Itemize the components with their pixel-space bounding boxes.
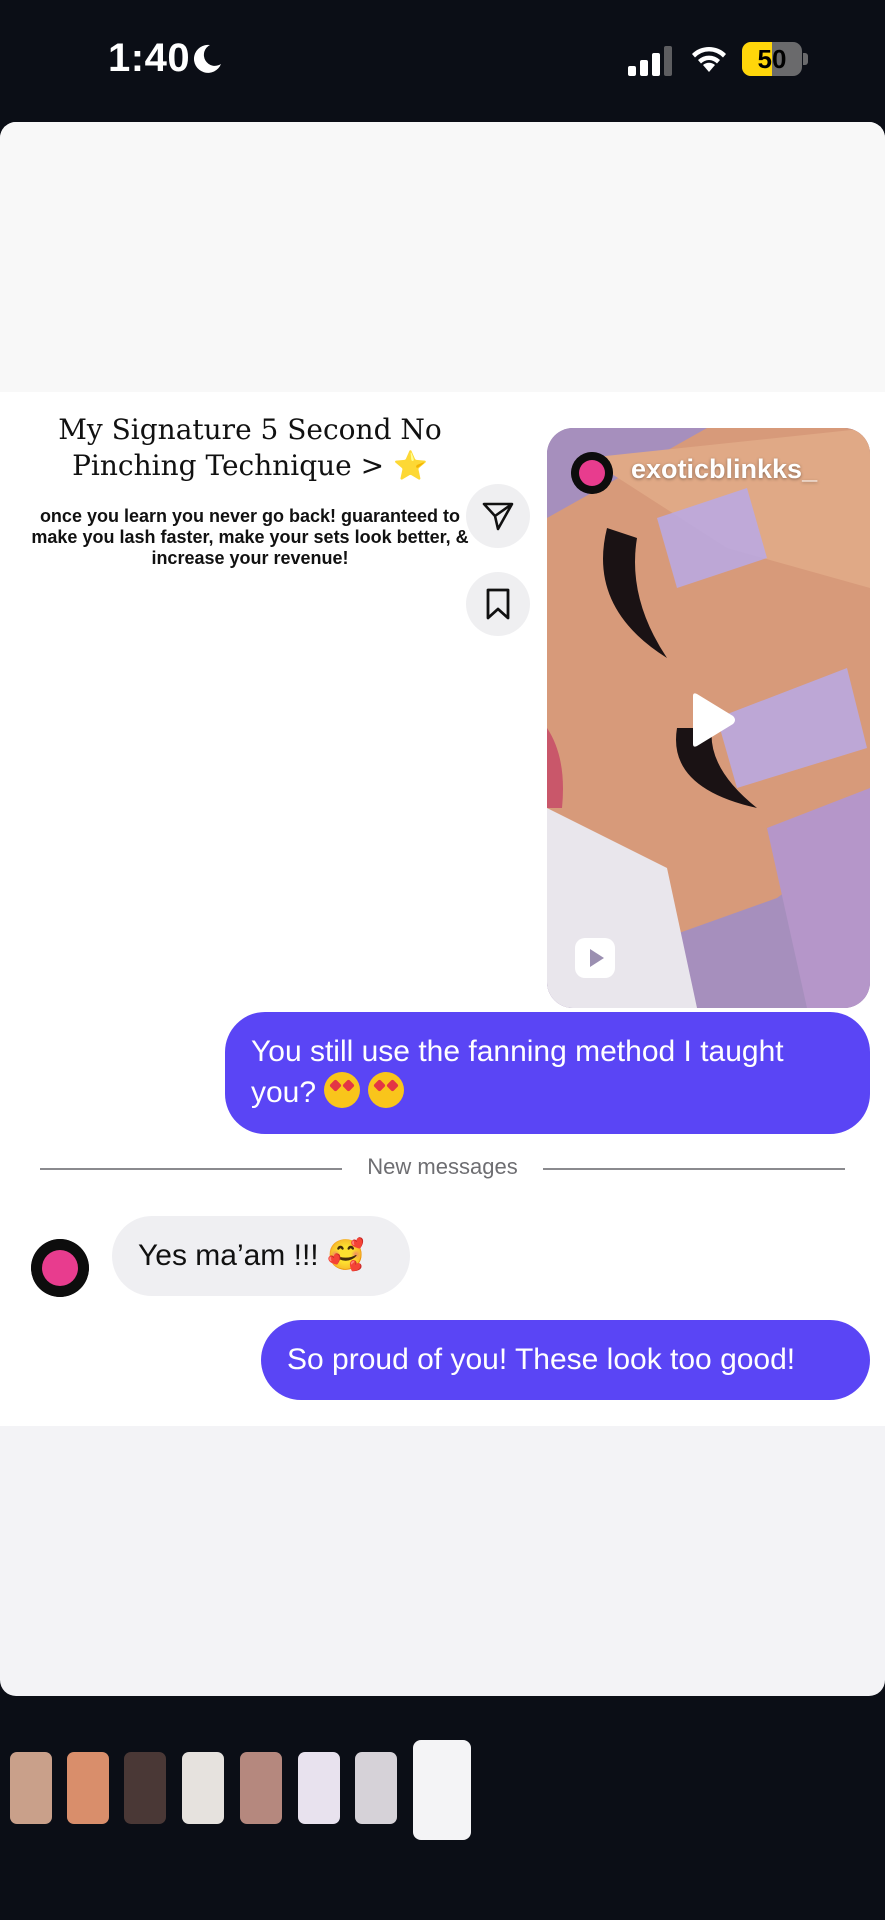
- dm-thread-card: My Signature 5 Second No Pinching Techni…: [0, 122, 885, 1696]
- battery-level: 50: [757, 44, 787, 74]
- status-time: 1:40: [108, 36, 191, 80]
- sender-avatar[interactable]: [31, 1239, 89, 1297]
- thread-header-area: [0, 122, 885, 392]
- battery-indicator: 50: [742, 42, 808, 76]
- thumbnail[interactable]: [240, 1752, 282, 1824]
- share-button[interactable]: [466, 484, 530, 548]
- shared-post-subtitle: once you learn you never go back! guaran…: [31, 506, 469, 568]
- thumbnail[interactable]: [67, 1752, 109, 1824]
- outgoing-message-bubble[interactable]: You still use the fanning method I taugh…: [225, 1012, 870, 1134]
- thumbnail[interactable]: [355, 1752, 397, 1824]
- moon-icon: [193, 44, 221, 73]
- reel-username[interactable]: exoticblinkks_: [631, 454, 817, 485]
- new-messages-label: New messages: [367, 1154, 518, 1179]
- bookmark-icon: [486, 588, 510, 620]
- thumbnail[interactable]: [182, 1752, 224, 1824]
- save-button[interactable]: [466, 572, 530, 636]
- heart-eyes-emoji-icon: [368, 1072, 405, 1108]
- play-icon[interactable]: [677, 688, 741, 752]
- thumbnail[interactable]: [10, 1752, 52, 1824]
- thumbnail[interactable]: [124, 1752, 166, 1824]
- new-messages-divider: New messages: [40, 1154, 845, 1179]
- paper-plane-icon: [482, 502, 514, 531]
- app-thumbnails-strip: [0, 1740, 885, 1840]
- wifi-icon: [692, 46, 726, 72]
- thumbnail-active[interactable]: [413, 1740, 471, 1840]
- shared-post-caption: My Signature 5 Second No Pinching Techni…: [30, 412, 470, 569]
- outgoing-message-bubble[interactable]: So proud of you! These look too good!: [261, 1320, 870, 1400]
- status-bar: 1:40 50: [0, 0, 885, 120]
- reel-author-avatar: [571, 452, 613, 494]
- cellular-signal-icon: [628, 46, 672, 76]
- thumbnail[interactable]: [298, 1752, 340, 1824]
- shared-reel-preview[interactable]: exoticblinkks_: [547, 428, 870, 1008]
- message-text: Yes ma’am !!! 🥰: [138, 1239, 365, 1272]
- reel-icon: [575, 938, 615, 978]
- heart-eyes-emoji-icon: [324, 1072, 361, 1108]
- message-text: So proud of you! These look too good!: [287, 1343, 796, 1376]
- shared-post-title: My Signature 5 Second No Pinching Techni…: [58, 413, 442, 482]
- incoming-message-bubble[interactable]: Yes ma’am !!! 🥰: [112, 1216, 410, 1296]
